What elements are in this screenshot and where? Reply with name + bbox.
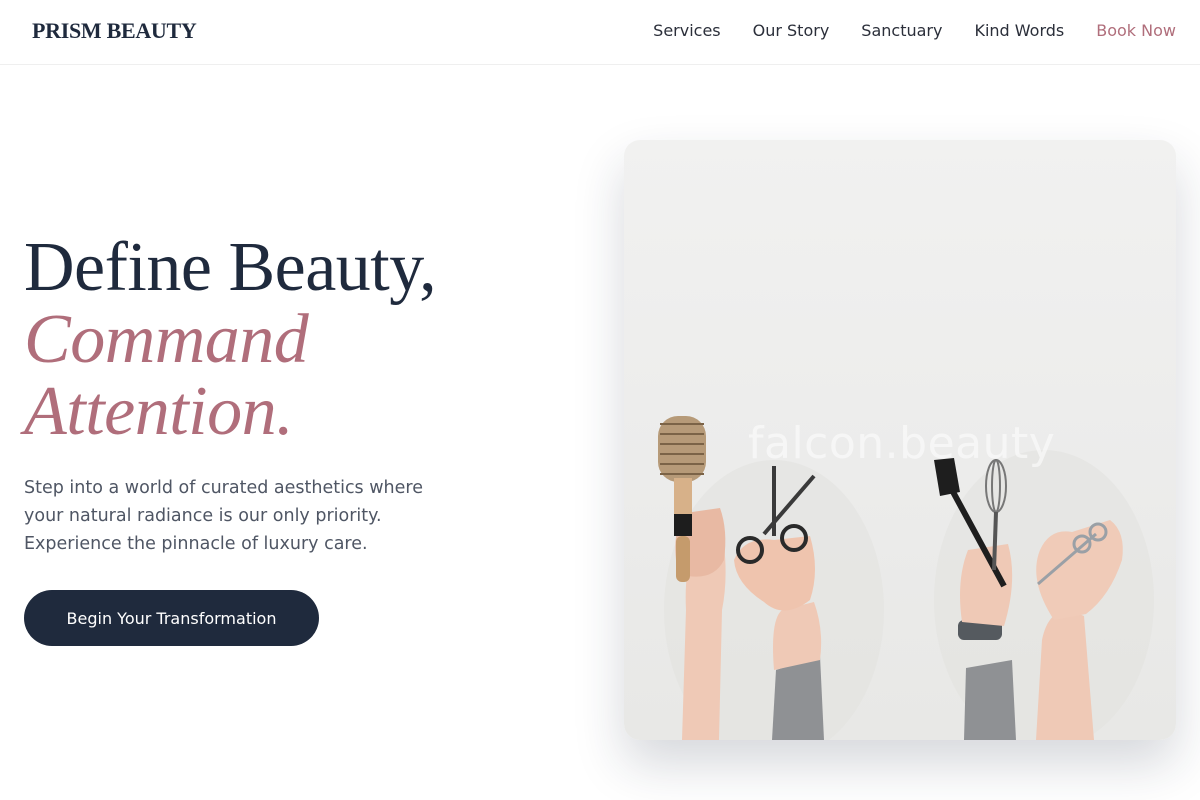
hero-title-line-2: Command <box>24 301 309 378</box>
image-watermark: falcon.beauty <box>748 418 1056 469</box>
main-nav: Services Our Story Sanctuary Kind Words … <box>621 20 1176 42</box>
nav-link-sanctuary[interactable]: Sanctuary <box>861 20 942 42</box>
hero-image: falcon.beauty <box>624 140 1176 740</box>
hero-subtitle: Step into a world of curated aesthetics … <box>24 478 423 554</box>
nav-link-book-now[interactable]: Book Now <box>1096 20 1176 42</box>
hero-title-line-3: Attention. <box>24 373 294 450</box>
brand-logo[interactable]: PRISM BEAUTY <box>32 18 197 44</box>
begin-transformation-button[interactable]: Begin Your Transformation <box>24 590 319 646</box>
site-header: PRISM BEAUTY Services Our Story Sanctuar… <box>0 0 1200 65</box>
nav-link-services[interactable]: Services <box>653 20 720 42</box>
hero-title-line-1: Define Beauty, <box>24 229 437 306</box>
nav-link-kind-words[interactable]: Kind Words <box>974 20 1064 42</box>
nav-link-our-story[interactable]: Our Story <box>753 20 830 42</box>
hero-title: Define Beauty, Command Attention. <box>24 229 437 450</box>
